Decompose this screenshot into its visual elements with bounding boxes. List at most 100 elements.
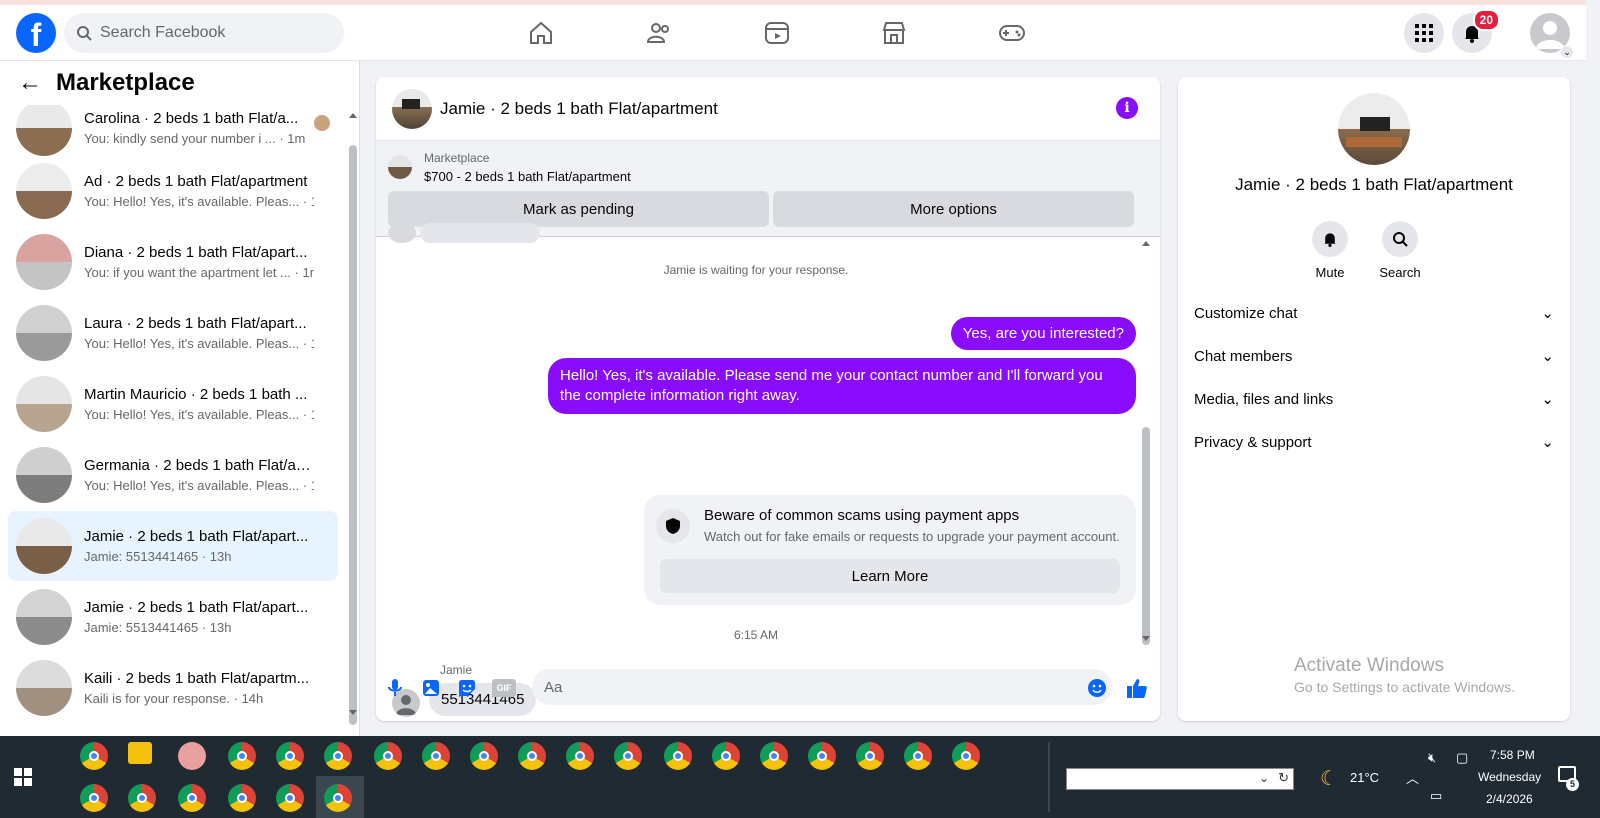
facebook-logo[interactable]: f: [16, 13, 56, 53]
learn-more-button[interactable]: Learn More: [660, 559, 1120, 593]
mute-action[interactable]: Mute: [1300, 221, 1360, 280]
mark-as-pending-button[interactable]: Mark as pending: [388, 191, 769, 227]
scroll-down-icon[interactable]: [1141, 635, 1151, 643]
outgoing-message[interactable]: Yes, are you interested?: [950, 317, 1136, 350]
gif-icon[interactable]: GIF: [492, 679, 516, 697]
chrome-icon[interactable]: [422, 742, 450, 770]
chrome-icon[interactable]: [808, 742, 836, 770]
conversation-item[interactable]: Diana · 2 beds 1 bath Flat/apart... You: …: [8, 227, 338, 297]
listing-thumbnail[interactable]: [392, 88, 432, 129]
chevron-down-icon[interactable]: ⌄: [1560, 45, 1574, 59]
conversation-name: Jamie · 2 beds 1 bath Flat/apart...: [84, 528, 309, 545]
clock-date[interactable]: 2/4/2026: [1486, 792, 1533, 806]
conversation-thumbnail: [16, 376, 72, 432]
info-icon[interactable]: i: [1116, 97, 1138, 119]
chat-title[interactable]: Jamie · 2 beds 1 bath Flat/apartment: [440, 99, 718, 119]
media-files-links-row[interactable]: Media, files and links ⌄: [1194, 381, 1554, 417]
waiting-notice: Jamie is waiting for your response.: [663, 263, 849, 277]
chrome-icon[interactable]: [80, 784, 108, 812]
windows-start-icon[interactable]: [14, 768, 32, 786]
search-input[interactable]: [100, 24, 320, 42]
top-bar: f 20 ⌄: [0, 0, 1586, 61]
home-icon[interactable]: [523, 15, 559, 51]
chrome-icon[interactable]: [470, 742, 498, 770]
temperature[interactable]: 21°C: [1350, 770, 1379, 785]
chrome-icon[interactable]: [276, 742, 304, 770]
gaming-icon[interactable]: [994, 15, 1030, 51]
marketplace-icon[interactable]: [876, 15, 912, 51]
scroll-up-icon[interactable]: [348, 111, 358, 119]
scam-warning-title: Beware of common scams using payment app…: [704, 507, 1020, 524]
notifications-button[interactable]: 20: [1452, 9, 1500, 53]
conversation-item[interactable]: Laura · 2 beds 1 bath Flat/apart... You: …: [8, 298, 338, 368]
mute-speaker-icon[interactable]: 🔇︎: [1428, 750, 1436, 766]
chrome-icon[interactable]: [712, 742, 740, 770]
message-input[interactable]: [532, 669, 1112, 705]
scroll-up-icon[interactable]: [1141, 239, 1151, 247]
search-action[interactable]: Search: [1370, 221, 1430, 280]
scroll-down-icon[interactable]: [348, 709, 358, 717]
chrome-icon[interactable]: [566, 742, 594, 770]
meet-now-icon[interactable]: ▢: [1456, 750, 1468, 766]
video-icon[interactable]: [759, 15, 795, 51]
chrome-icon[interactable]: [178, 742, 206, 770]
chrome-icon[interactable]: [952, 742, 980, 770]
chat-scrollbar[interactable]: [1142, 427, 1150, 645]
chrome-icon[interactable]: [80, 742, 108, 770]
listing-price[interactable]: $700 - 2 beds 1 bath Flat/apartment: [424, 169, 631, 184]
chevron-down-icon: ⌄: [1541, 348, 1554, 365]
chrome-icon[interactable]: [518, 742, 546, 770]
details-title: Jamie · 2 beds 1 bath Flat/apartment: [1235, 175, 1513, 194]
chrome-icon[interactable]: [904, 742, 932, 770]
chrome-icon[interactable]: [128, 784, 156, 812]
chevron-down-icon[interactable]: ⌄: [1259, 771, 1269, 785]
chrome-icon[interactable]: [614, 742, 642, 770]
chevron-up-icon[interactable]: ︿: [1406, 768, 1419, 787]
emoji-icon[interactable]: [1086, 677, 1108, 699]
conversation-item[interactable]: Martin Mauricio · 2 beds 1 bath ... You: …: [8, 369, 338, 439]
chrome-icon[interactable]: [760, 742, 788, 770]
more-options-button[interactable]: More options: [773, 191, 1134, 227]
photo-icon[interactable]: [420, 677, 442, 699]
chrome-icon[interactable]: [324, 784, 352, 812]
sticker-icon[interactable]: [456, 677, 478, 699]
back-arrow-icon[interactable]: ←: [18, 69, 42, 97]
windows-taskbar: ⌄ ↻ ☾ 21°C ︿ 🔇︎ ▢ ▭ 7:58 PM Wednesday 2/…: [0, 736, 1600, 818]
taskbar-address-field[interactable]: ⌄ ↻: [1066, 768, 1294, 790]
conversation-thumbnail: [16, 518, 72, 574]
file-explorer-icon[interactable]: [128, 742, 152, 764]
listing-image[interactable]: [1338, 93, 1410, 165]
chrome-icon[interactable]: [228, 742, 256, 770]
chrome-icon[interactable]: [228, 784, 256, 812]
chat-members-row[interactable]: Chat members ⌄: [1194, 338, 1554, 374]
search-box[interactable]: [64, 13, 344, 53]
network-icon[interactable]: ▭: [1430, 788, 1442, 804]
chrome-icon[interactable]: [856, 742, 884, 770]
conversation-item[interactable]: Ad · 2 beds 1 bath Flat/apartment You: He…: [8, 156, 338, 226]
conversation-item[interactable]: Jamie · 2 beds 1 bath Flat/apart... Jamie…: [8, 582, 338, 652]
thumbs-up-icon[interactable]: [1126, 677, 1148, 699]
privacy-support-row[interactable]: Privacy & support ⌄: [1194, 424, 1554, 460]
conversation-name: Laura · 2 beds 1 bath Flat/apart...: [84, 315, 307, 332]
moon-weather-icon[interactable]: ☾: [1320, 766, 1338, 791]
customize-chat-row[interactable]: Customize chat ⌄: [1194, 295, 1554, 331]
notification-badge: 20: [1472, 9, 1500, 31]
conversation-item[interactable]: Germania · 2 beds 1 bath Flat/ap... You: …: [8, 440, 338, 510]
conversation-name: Diana · 2 beds 1 bath Flat/apart...: [84, 244, 308, 261]
menu-grid-button[interactable]: [1404, 13, 1444, 53]
chrome-icon[interactable]: [178, 784, 206, 812]
chrome-icon[interactable]: [374, 742, 402, 770]
outgoing-message[interactable]: Hello! Yes, it's available. Please send …: [548, 358, 1136, 414]
chrome-icon[interactable]: [664, 742, 692, 770]
conversation-item[interactable]: Jamie · 2 beds 1 bath Flat/apart... Jamie…: [8, 511, 338, 581]
refresh-icon[interactable]: ↻: [1278, 770, 1289, 786]
conversation-item[interactable]: Kaili · 2 beds 1 bath Flat/apartm... Kail…: [8, 653, 338, 723]
clock-day[interactable]: Wednesday: [1478, 770, 1541, 784]
microphone-icon[interactable]: [384, 677, 406, 699]
sidebar-scrollbar[interactable]: [349, 145, 357, 725]
page-scrollbar[interactable]: [1586, 0, 1600, 736]
chrome-icon[interactable]: [276, 784, 304, 812]
chrome-icon[interactable]: [324, 742, 352, 770]
clock-time[interactable]: 7:58 PM: [1490, 748, 1535, 762]
friends-icon[interactable]: [641, 15, 677, 51]
